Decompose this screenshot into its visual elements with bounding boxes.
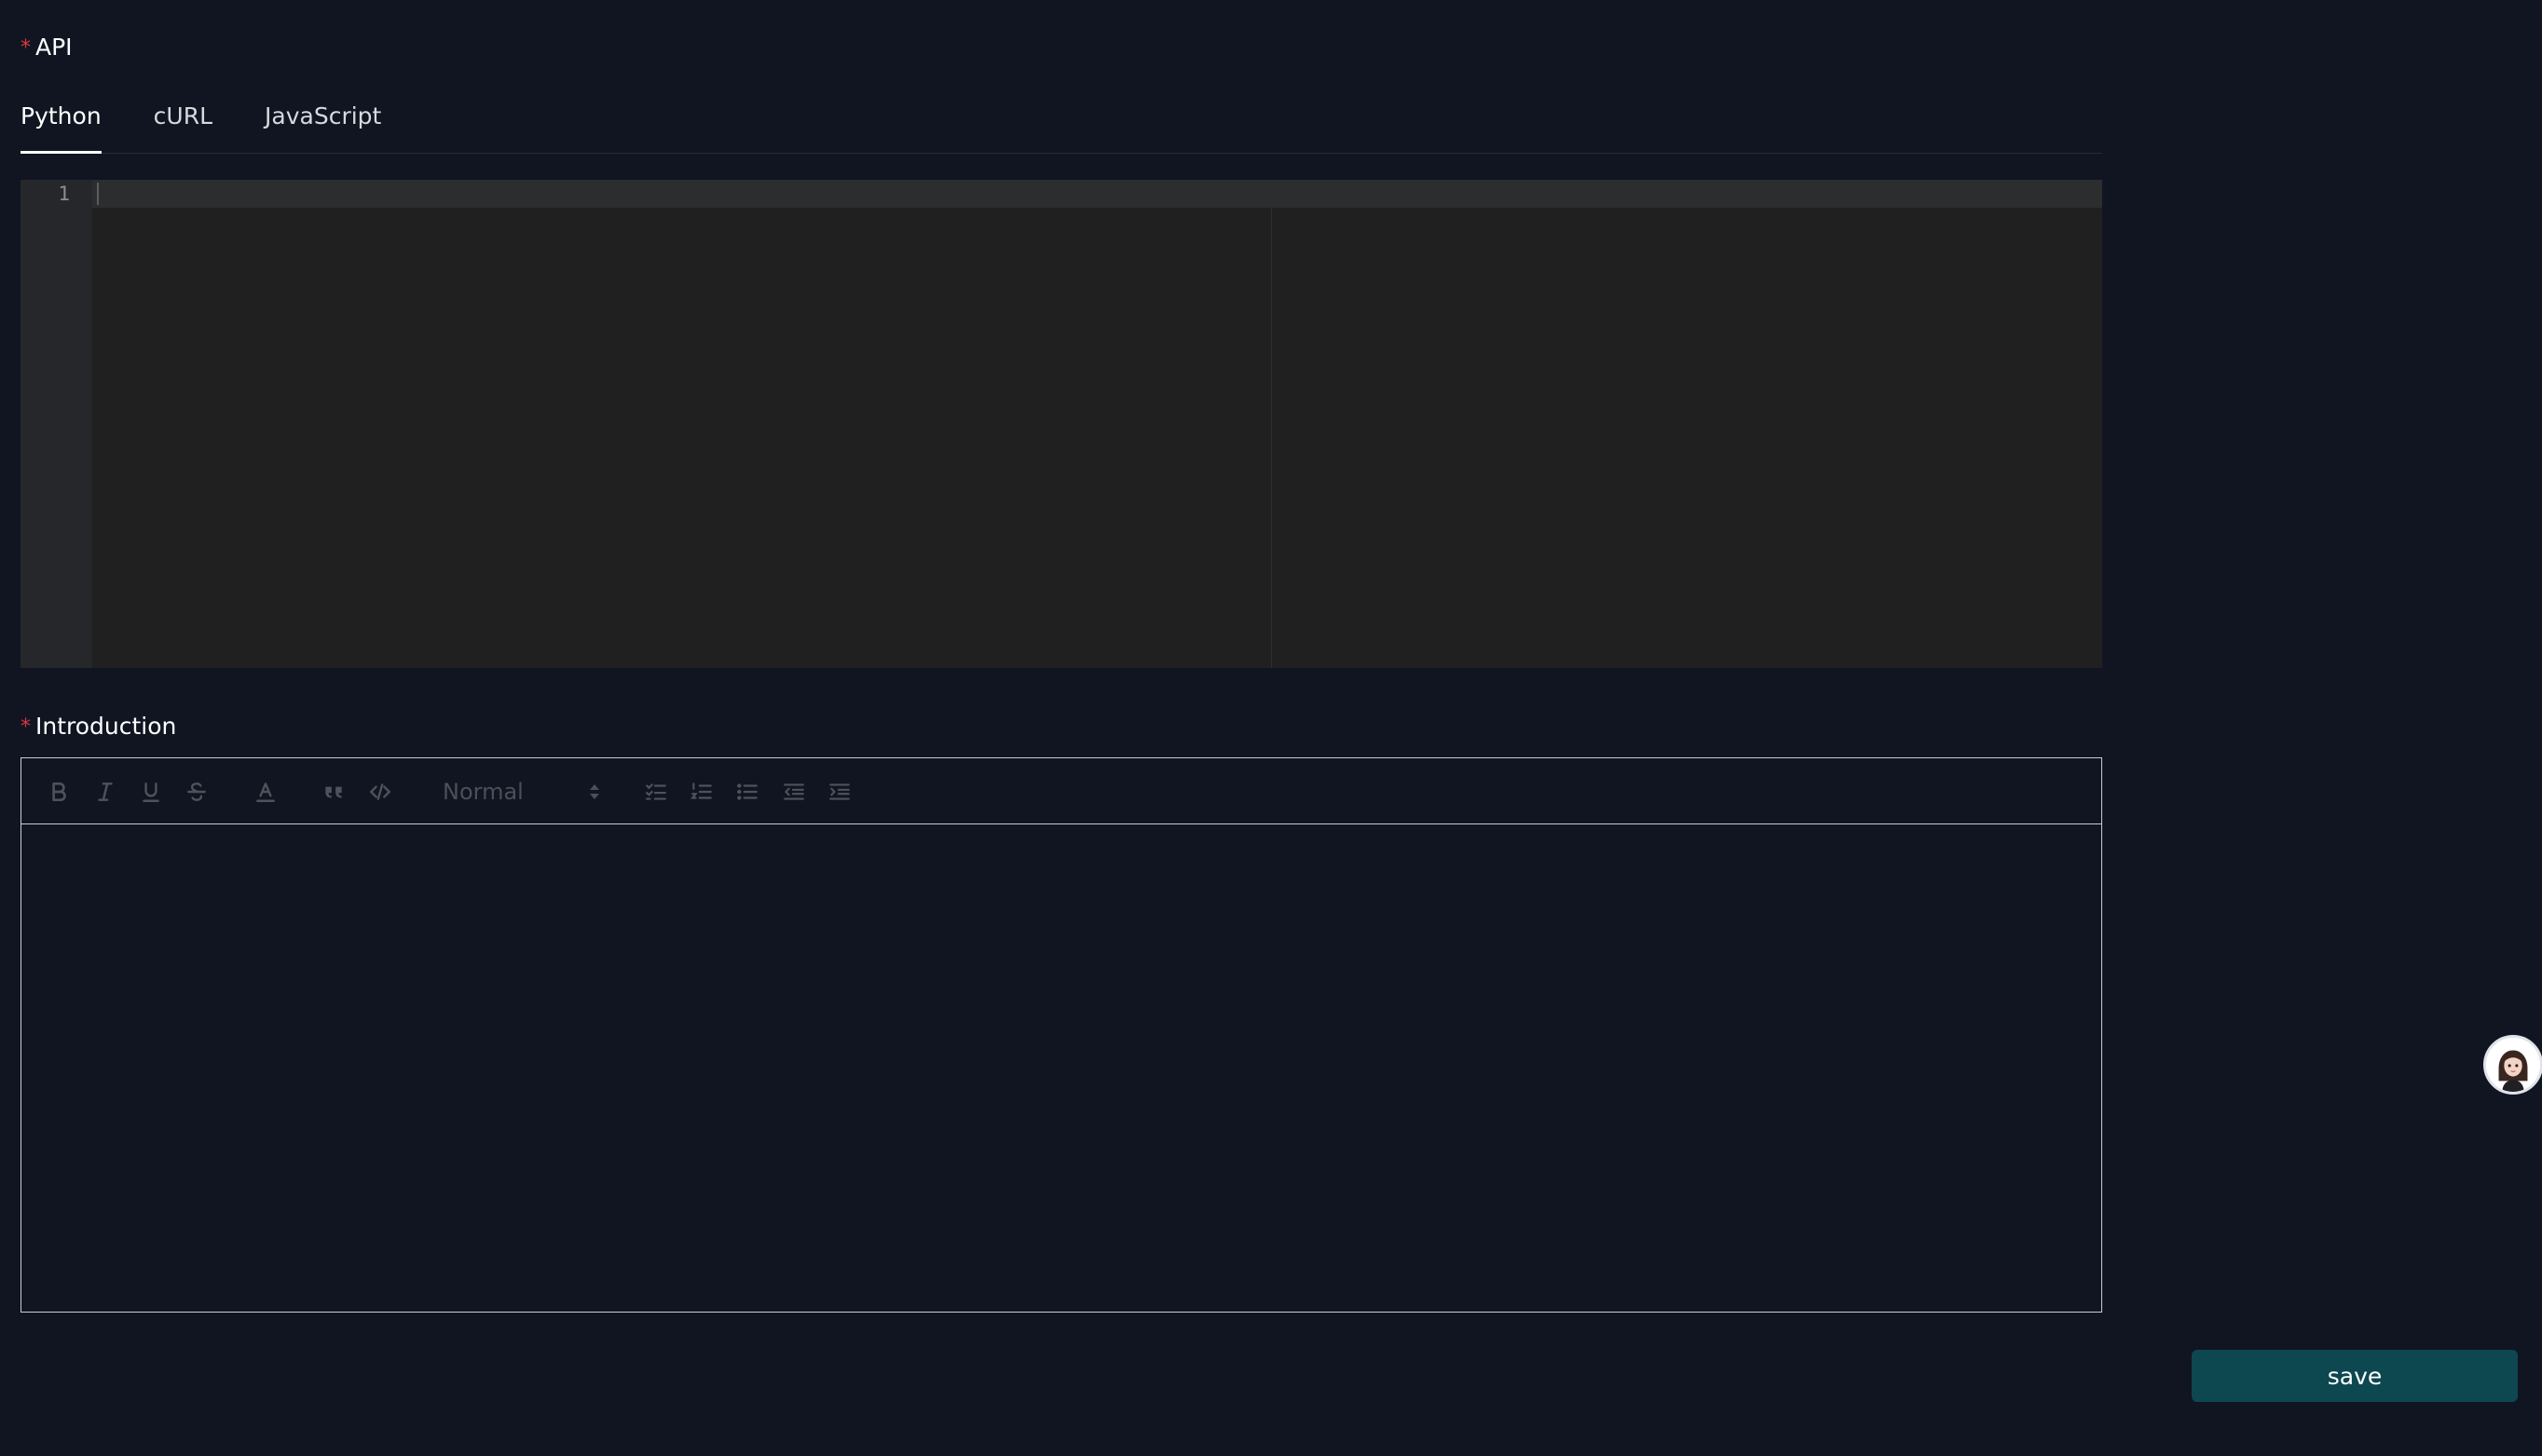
ordered-list-icon[interactable] (688, 778, 716, 806)
bold-icon[interactable] (45, 778, 73, 806)
underline-icon[interactable] (137, 778, 165, 806)
select-arrows-icon (588, 782, 601, 802)
rich-text-editor: Normal (20, 757, 2102, 1313)
tab-python[interactable]: Python (20, 93, 102, 154)
print-margin (1271, 208, 1272, 668)
outdent-icon[interactable] (780, 778, 808, 806)
introduction-field-label: * Introduction (20, 713, 176, 741)
text-color-icon[interactable] (252, 778, 280, 806)
language-tabs: Python cURL JavaScript (20, 93, 2102, 154)
strikethrough-icon[interactable] (183, 778, 211, 806)
blockquote-icon[interactable] (320, 778, 348, 806)
line-number-gutter: 1 (20, 180, 92, 668)
italic-icon[interactable] (91, 778, 119, 806)
page: * API Python cURL JavaScript 1 * Introdu… (0, 0, 2542, 1456)
line-number: 1 (58, 183, 70, 205)
active-line-highlight (92, 180, 2102, 208)
required-mark: * (20, 715, 31, 739)
required-mark: * (20, 36, 31, 60)
text-cursor (97, 183, 99, 205)
checklist-icon[interactable] (642, 778, 670, 806)
avatar-icon (2486, 1038, 2540, 1092)
code-icon[interactable] (366, 778, 394, 806)
indent-icon[interactable] (826, 778, 854, 806)
assistant-avatar[interactable] (2483, 1035, 2542, 1095)
tab-curl[interactable]: cURL (154, 93, 212, 153)
api-field-label: * API (20, 34, 73, 61)
introduction-label-text: Introduction (35, 713, 177, 740)
introduction-editor-body[interactable] (21, 824, 2101, 1312)
save-button[interactable]: save (2192, 1350, 2518, 1402)
bullet-list-icon[interactable] (733, 778, 761, 806)
tab-javascript[interactable]: JavaScript (265, 93, 381, 153)
heading-select-value: Normal (443, 779, 524, 805)
heading-select[interactable]: Normal (443, 777, 601, 807)
code-editor[interactable]: 1 (20, 180, 2102, 668)
api-label-text: API (35, 34, 73, 61)
editor-toolbar: Normal (21, 758, 2101, 824)
